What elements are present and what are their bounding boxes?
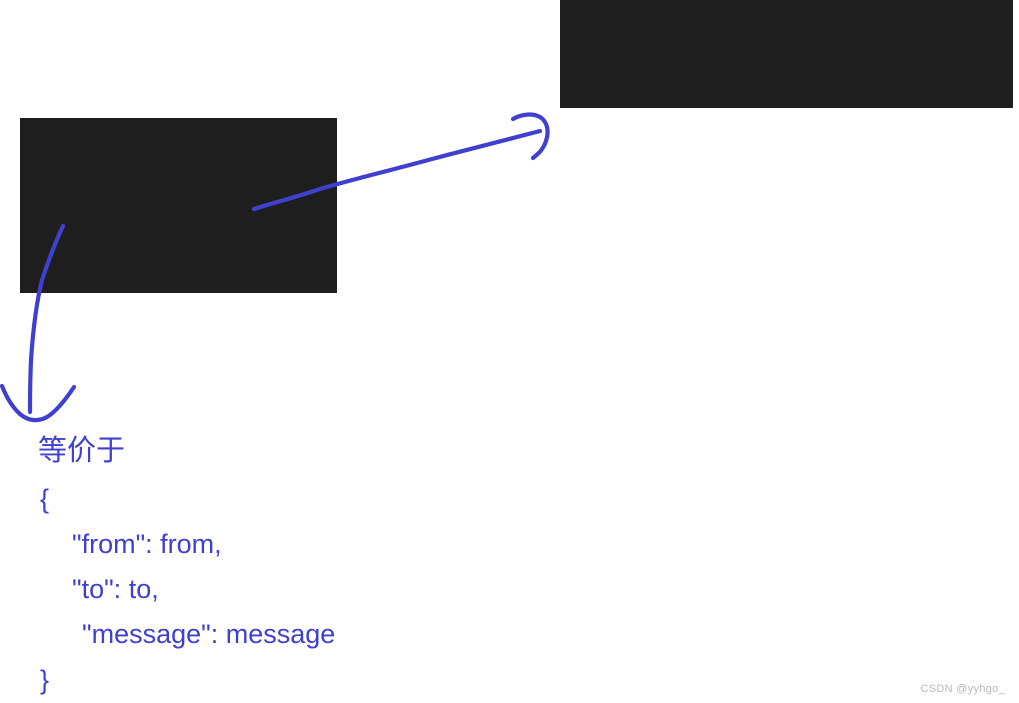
main-code-lines: let data = { from: from, to: to, message…	[28, 238, 337, 293]
csdn-watermark: CSDN @yyhgo_	[920, 683, 1005, 695]
top-code-snippet: let from = inputs[0].value; let to = inp…	[560, 0, 1013, 108]
note-equivalent-label: 等价于	[38, 435, 126, 467]
note-to-line: "to": to,	[72, 574, 159, 604]
note-open-brace: {	[40, 484, 50, 514]
annotation-arrowhead-upper	[510, 112, 550, 161]
annotation-arrowhead-lower	[0, 383, 77, 423]
note-from-line: "from": from,	[72, 529, 222, 559]
main-code-snippet: let data = { from: from, to: to, message…	[20, 118, 337, 293]
note-close-brace: }	[40, 665, 50, 695]
note-message-line: "message": message	[82, 619, 336, 649]
top-code-lines: let from = inputs[0].value; let to = inp…	[578, 52, 1013, 108]
